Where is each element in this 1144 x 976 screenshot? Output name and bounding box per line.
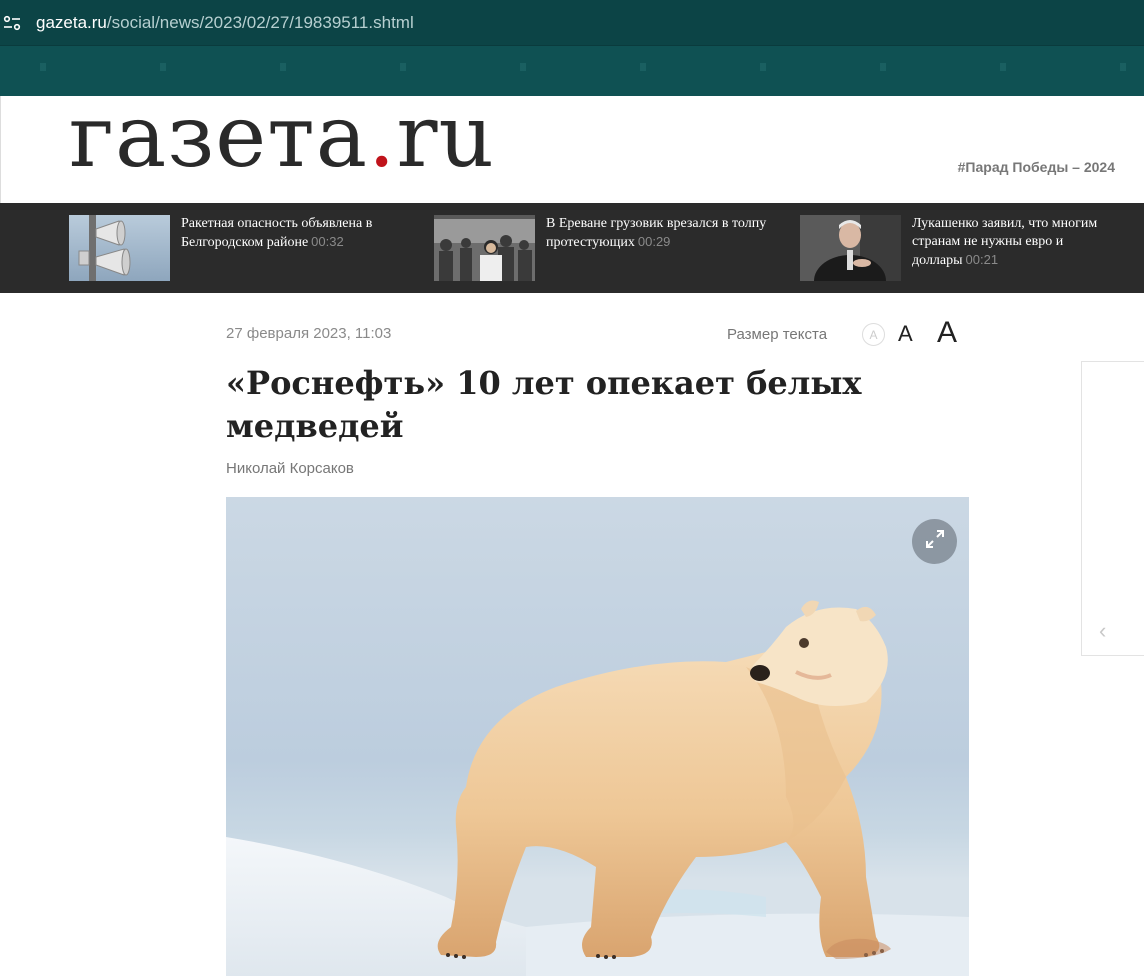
bookmarks-bar-blur <box>0 63 1144 71</box>
site-header: газета.ru #Парад Победы – 2024 <box>0 94 1144 203</box>
speaker-photo[interactable] <box>800 215 901 281</box>
expand-photo-button[interactable] <box>912 519 957 564</box>
article-date: 27 февраля 2023, 11:03 <box>226 325 392 342</box>
text-size-label: Размер текста <box>727 326 828 343</box>
news-title: Лукашенко заявил, что многим странам не … <box>912 216 1098 268</box>
text-size-small-button[interactable]: A <box>862 323 885 346</box>
url-path: /social/news/2023/02/27/19839511.shtml <box>106 13 414 32</box>
url-host: gazeta.ru <box>36 13 107 32</box>
logo-tld: ru <box>396 87 495 187</box>
polar-bear-photo[interactable] <box>226 497 969 976</box>
hashtag-link[interactable]: #Парад Победы – 2024 <box>958 159 1115 175</box>
news-time: 00:29 <box>637 234 671 249</box>
text-size-large-button[interactable]: A <box>937 316 957 350</box>
article-author[interactable]: Николай Корсаков <box>226 460 354 477</box>
address-bar[interactable]: gazeta.ru/social/news/2023/02/27/1983951… <box>0 0 1144 46</box>
news-time: 00:32 <box>311 234 344 249</box>
logo-dot: . <box>367 87 397 187</box>
chevron-left-icon[interactable]: ‹ <box>1099 618 1106 644</box>
news-time: 00:21 <box>965 252 999 267</box>
news-text[interactable]: В Ереване грузовик врезался в толпу прот… <box>546 215 771 252</box>
tune-icon[interactable] <box>0 10 24 36</box>
news-text[interactable]: Лукашенко заявил, что многим странам не … <box>912 215 1137 270</box>
article-title: «Роснефть» 10 лет опекает белых медведей <box>226 364 862 445</box>
news-strip: Ракетная опасность объявлена в Белгородс… <box>0 203 1144 293</box>
url-text[interactable]: gazeta.ru/social/news/2023/02/27/1983951… <box>36 13 414 33</box>
news-text[interactable]: Ракетная опасность объявлена в Белгородс… <box>181 215 406 252</box>
sirens-photo[interactable] <box>69 215 170 281</box>
side-widget <box>1081 361 1144 656</box>
news-item[interactable]: Ракетная опасность объявлена в Белгородс… <box>69 215 399 281</box>
news-item[interactable]: Лукашенко заявил, что многим странам не … <box>800 215 1140 281</box>
logo-main: газета <box>69 87 368 187</box>
site-logo[interactable]: газета.ru <box>69 94 495 180</box>
news-item[interactable]: В Ереване грузовик врезался в толпу прот… <box>434 215 766 281</box>
crowd-photo[interactable] <box>434 215 535 281</box>
expand-icon <box>924 528 946 555</box>
text-size-medium-button[interactable]: A <box>898 321 913 347</box>
